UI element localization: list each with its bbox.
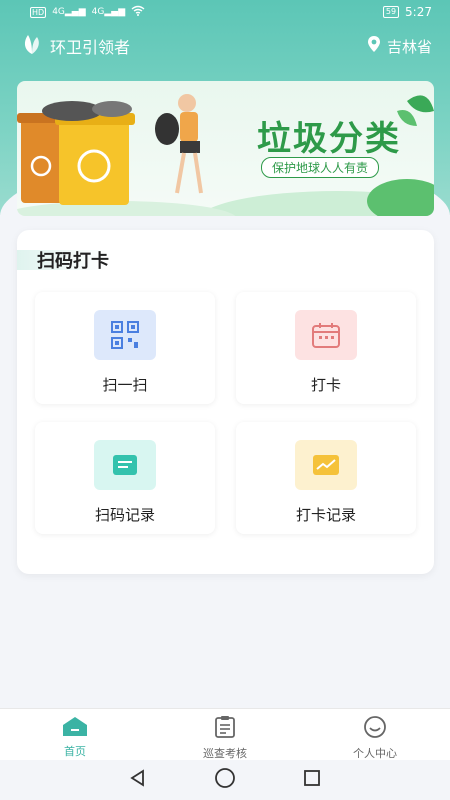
- leaf-logo-icon: [20, 32, 44, 60]
- checkin-record-icon: [295, 440, 357, 490]
- title-bar: 环卫引领者 吉林省: [0, 30, 450, 62]
- tab-label: 个人中心: [353, 747, 397, 760]
- clock: 5:27: [405, 5, 432, 19]
- qr-code-icon: [94, 310, 156, 360]
- scan-record-icon: [94, 440, 156, 490]
- status-bar: HD 4G▂▄▆ 4G▂▄▆ 59 5:27: [0, 0, 450, 24]
- tile-label: 扫一扫: [102, 376, 148, 394]
- back-icon[interactable]: [128, 768, 148, 792]
- tile-label: 打卡记录: [295, 506, 356, 524]
- tab-profile[interactable]: 个人中心: [300, 709, 450, 760]
- tile-label: 扫码记录: [94, 506, 155, 524]
- clipboard-icon: [213, 715, 237, 742]
- hd-badge: HD: [30, 6, 47, 18]
- app-brand: 环卫引领者: [20, 32, 130, 60]
- tile-scan-record[interactable]: 扫码记录: [35, 422, 215, 534]
- tab-home[interactable]: 首页: [0, 709, 150, 760]
- status-right: 59 5:27: [382, 5, 432, 19]
- tile-scan[interactable]: 扫一扫: [35, 292, 215, 404]
- home-icon: [61, 715, 89, 740]
- banner-title: 垃圾分类: [257, 119, 401, 159]
- tile-label: 打卡: [310, 376, 341, 394]
- location-pin-icon: [367, 35, 381, 57]
- signal-icon: 4G▂▄▆: [52, 7, 86, 17]
- wifi-icon: [131, 5, 145, 19]
- calendar-icon: [295, 310, 357, 360]
- checkin-card: 扫码打卡 扫一扫 打卡 扫码记录 打卡记录: [17, 230, 434, 574]
- system-nav-bar: [0, 760, 450, 800]
- section-title: 扫码打卡: [37, 251, 109, 272]
- promo-banner[interactable]: 垃圾分类 保护地球人人有责: [17, 81, 434, 216]
- bottom-tab-bar: 首页 巡查考核 个人中心: [0, 708, 450, 760]
- tile-checkin[interactable]: 打卡: [236, 292, 416, 404]
- battery-icon: 59: [382, 6, 400, 18]
- user-icon: [362, 715, 388, 742]
- tab-inspection[interactable]: 巡查考核: [150, 709, 300, 760]
- banner-subtitle: 保护地球人人有责: [261, 157, 380, 178]
- tab-label: 巡查考核: [203, 747, 247, 760]
- location-label: 吉林省: [386, 37, 432, 56]
- status-left: HD 4G▂▄▆ 4G▂▄▆: [30, 5, 145, 19]
- recents-icon[interactable]: [302, 768, 322, 792]
- location-selector[interactable]: 吉林省: [367, 35, 432, 57]
- app-name: 环卫引领者: [50, 38, 131, 57]
- signal1-label: 4G: [52, 7, 65, 17]
- signal-icon-2: 4G▂▄▆: [91, 7, 126, 17]
- tab-label: 首页: [64, 745, 86, 758]
- tile-checkin-record[interactable]: 打卡记录: [236, 422, 416, 534]
- signal2-label: 4G: [91, 7, 105, 17]
- home-circle-icon[interactable]: [214, 767, 236, 793]
